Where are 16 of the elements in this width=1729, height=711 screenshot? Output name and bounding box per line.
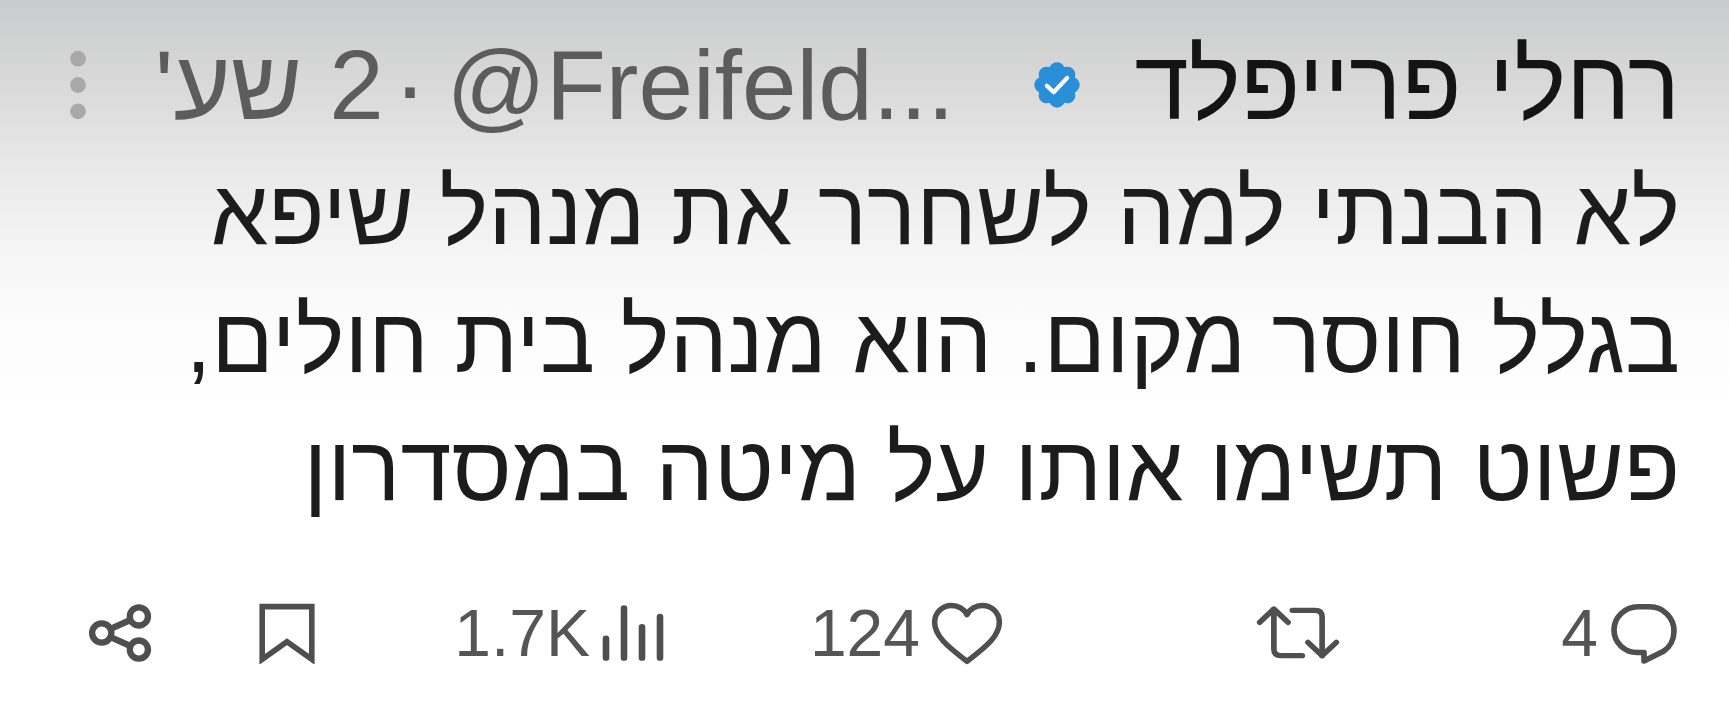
bar-chart-icon [600,604,666,662]
like-button[interactable]: 124 [809,593,1004,673]
repost-button[interactable] [1254,605,1342,661]
bookmark-button[interactable] [256,602,318,664]
tweet-text: לא הבנתי למה לשחרר את מנהל שיפא בגלל חוסר מקום. הוא מנהל בית חולים, פשוט תשימו אותו על מיטה במסדרון [184,160,1680,521]
share-button[interactable] [88,604,154,662]
bookmark-icon [256,602,318,664]
timestamp[interactable]: 2 שע' [154,22,384,148]
author-handle[interactable]: @Freifeld... [446,22,955,148]
author-name[interactable]: רחלי פרייפלד [1134,22,1680,148]
heart-icon [930,601,1004,665]
reply-button[interactable]: 4 [1561,593,1680,673]
views-button[interactable]: 1.7K [454,593,666,673]
speech-bubble-icon [1608,601,1680,665]
separator-dot: · [393,29,427,142]
share-icon [88,604,154,662]
